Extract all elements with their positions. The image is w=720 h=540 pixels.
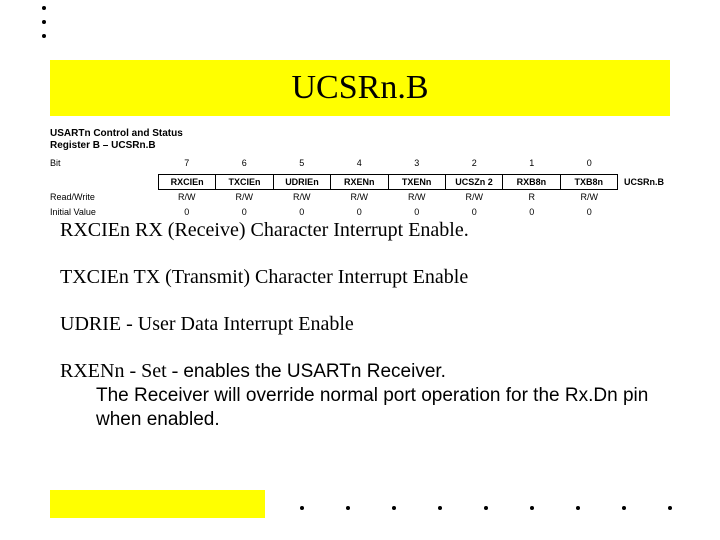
bit-num: 5: [273, 156, 331, 171]
dot-icon: [622, 506, 626, 510]
bit-name: UCSZn 2: [446, 175, 503, 189]
bit-num: 0: [561, 156, 619, 171]
decorative-dots-top: [42, 6, 46, 38]
rw-cell: R/W: [273, 190, 331, 205]
register-caption: USARTn Control and Status Register B – U…: [50, 128, 670, 152]
para-rxcien: RXCIEn RX (Receive) Character Interrupt …: [60, 218, 660, 243]
register-diagram: USARTn Control and Status Register B – U…: [50, 128, 670, 220]
bit-grid: 7 6 5 4 3 2 1 0 RXCIEn TXCIEn UDRIEn RXE…: [158, 156, 618, 220]
para-rxenn: RXENn - Set - enables the USARTn Receive…: [60, 359, 660, 432]
row-label-bit: Bit: [50, 156, 158, 171]
decorative-yellow-band: [50, 490, 265, 518]
bit-name-row: RXCIEn TXCIEn UDRIEn RXENn TXENn UCSZn 2…: [158, 174, 618, 190]
para-udrie: UDRIE - User Data Interrupt Enable: [60, 312, 660, 337]
bit-num: 3: [388, 156, 446, 171]
dot-icon: [42, 6, 46, 10]
dot-icon: [300, 506, 304, 510]
bit-name: TXCIEn: [216, 175, 273, 189]
bit-name: TXB8n: [561, 175, 617, 189]
rw-cell: R: [503, 190, 561, 205]
bit-num: 1: [503, 156, 561, 171]
row-label-rw: Read/Write: [50, 190, 158, 205]
dot-icon: [392, 506, 396, 510]
dot-icon: [42, 34, 46, 38]
rw-cell: R/W: [158, 190, 216, 205]
rw-cell: R/W: [331, 190, 389, 205]
rw-cell: R/W: [216, 190, 274, 205]
dot-icon: [42, 20, 46, 24]
rxenn-sans-1: enables the USARTn Receiver.: [183, 361, 446, 382]
caption-line: USARTn Control and Status: [50, 128, 183, 139]
dot-icon: [530, 506, 534, 510]
rxenn-lead: RXENn - Set -: [60, 360, 183, 382]
title-bar: UCSRn.B: [50, 60, 670, 116]
bit-number-row: 7 6 5 4 3 2 1 0: [158, 156, 618, 171]
bit-num: 6: [216, 156, 274, 171]
rw-cell: R/W: [561, 190, 619, 205]
dot-icon: [346, 506, 350, 510]
para-txcien: TXCIEn TX (Transmit) Character Interrupt…: [60, 265, 660, 290]
body-text: RXCIEn RX (Receive) Character Interrupt …: [60, 218, 660, 432]
bit-name: RXCIEn: [159, 175, 216, 189]
bit-num: 4: [331, 156, 389, 171]
bit-name: RXB8n: [503, 175, 560, 189]
rw-cell: R/W: [446, 190, 504, 205]
dot-icon: [484, 506, 488, 510]
rw-row: R/W R/W R/W R/W R/W R/W R R/W: [158, 190, 618, 205]
dot-icon: [668, 506, 672, 510]
dot-icon: [576, 506, 580, 510]
caption-line: Register B – UCSRn.B: [50, 140, 156, 151]
dot-icon: [438, 506, 442, 510]
page-title: UCSRn.B: [292, 69, 429, 107]
decorative-dots-bottom: [300, 506, 672, 510]
register-side-label: UCSRn.B: [618, 156, 670, 190]
bit-name: RXENn: [331, 175, 388, 189]
rw-cell: R/W: [388, 190, 446, 205]
bit-name: UDRIEn: [274, 175, 331, 189]
bit-name: TXENn: [389, 175, 446, 189]
bit-num: 2: [446, 156, 504, 171]
bit-num: 7: [158, 156, 216, 171]
row-label-column: Bit Read/Write Initial Value: [50, 156, 158, 220]
rxenn-sans-2: The Receiver will override normal port o…: [96, 384, 660, 432]
